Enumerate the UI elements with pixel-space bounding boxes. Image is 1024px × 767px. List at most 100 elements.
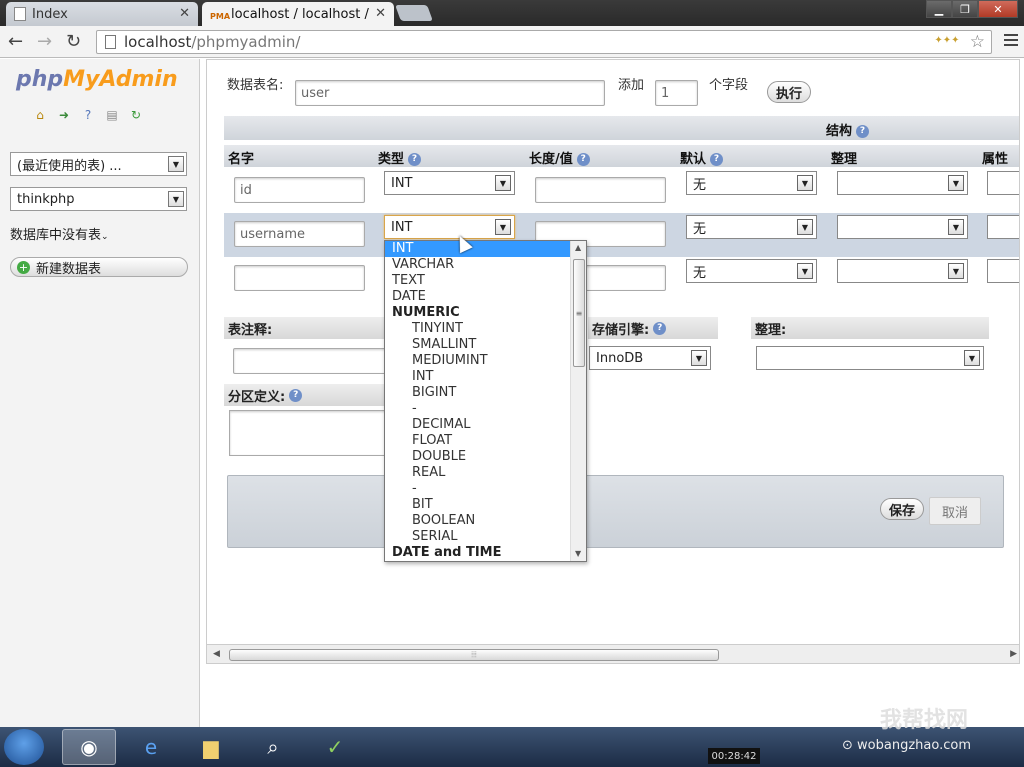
watermark-brand: 我帮找网 [880,708,969,733]
column-collation-select[interactable]: ▼ [837,171,968,195]
scroll-up-icon[interactable]: ▲ [575,243,581,252]
restore-icon[interactable]: ❐ [952,0,978,18]
column-name-input[interactable] [234,265,365,291]
chevron-down-icon: ▼ [948,175,964,191]
dropdown-option[interactable]: INT [385,241,571,257]
help-icon[interactable]: ? [653,321,667,335]
dropdown-option[interactable]: BOOLEAN [385,513,571,529]
recent-tables-select[interactable]: (最近使用的表) ... ▼ [10,152,187,176]
help-icon[interactable]: ? [408,153,422,166]
scroll-right-icon[interactable]: ▶ [1010,649,1017,659]
dropdown-scrollbar[interactable]: ▲ ≡ ▼ [570,241,586,561]
docs-icon[interactable]: ▤ [104,107,120,123]
chevron-down-icon: ▼ [168,191,184,207]
table-collation-select[interactable]: ▼ [756,346,984,370]
vim-taskbar-icon[interactable]: ✓ [308,729,362,765]
help-icon[interactable]: ? [856,125,870,138]
partition-textarea[interactable] [229,410,389,456]
column-collation-select[interactable]: ▼ [837,259,968,283]
dropdown-option[interactable]: DATE [385,289,571,305]
minimize-icon[interactable]: ▁ [926,0,952,18]
dropdown-option[interactable]: INT [385,369,571,385]
forward-icon[interactable]: → [37,31,52,52]
database-select[interactable]: thinkphp ▼ [10,187,187,211]
dropdown-option[interactable]: BIGINT [385,385,571,401]
scrollbar-thumb[interactable]: ≡ [573,259,585,367]
table-collation-header: 整理: [751,317,989,339]
column-default-select[interactable]: 无 ▼ [686,259,817,283]
column-length-input[interactable] [535,177,666,203]
structure-header: 结构? [224,116,1019,140]
new-table-button[interactable]: + 新建数据表 [10,257,188,277]
dropdown-option[interactable]: REAL [385,465,571,481]
back-icon[interactable]: ← [8,31,23,52]
close-icon[interactable]: ✕ [179,6,190,21]
dropdown-option[interactable]: VARCHAR [385,257,571,273]
column-default-select[interactable]: 无 ▼ [686,215,817,239]
type-dropdown-list[interactable]: INT VARCHAR TEXT DATE NUMERIC TINYINT SMALLINT… [384,240,587,562]
window-close-icon[interactable]: ✕ [978,0,1018,18]
menu-icon[interactable] [1004,34,1018,49]
column-attributes-select[interactable] [987,259,1019,283]
ie-taskbar-icon[interactable]: e [124,729,178,765]
dropdown-option[interactable]: SMALLINT [385,337,571,353]
table-name-input[interactable]: user [295,80,605,106]
close-icon[interactable]: ✕ [375,6,386,21]
chevron-down-icon: ▼ [948,263,964,279]
go-button[interactable]: 执行 [767,81,811,103]
help-icon[interactable]: ? [710,153,724,166]
chrome-taskbar-icon[interactable]: ◉ [62,729,116,765]
dropdown-option[interactable]: DECIMAL [385,417,571,433]
column-headers: 名字 类型? 长度/值? 默认? 整理 属性 [224,145,1019,167]
scroll-left-icon[interactable]: ◀ [213,649,220,659]
dropdown-option[interactable]: MEDIUMINT [385,353,571,369]
dropdown-group-label: NUMERIC [392,305,460,320]
navigation-sidebar: phpMyAdmin ⌂ ➜ ? ▤ ↻ (最近使用的表) ... ▼ thin… [0,59,200,727]
home-icon[interactable]: ⌂ [32,107,48,123]
tab-index[interactable]: Index ✕ [6,2,198,26]
column-attributes-select[interactable] [987,171,1019,195]
table-comment-input[interactable] [233,348,393,374]
dropdown-option[interactable]: SERIAL [385,529,571,545]
dropdown-option[interactable]: TEXT [385,273,571,289]
dropdown-option[interactable]: - [385,401,571,417]
column-type-select[interactable]: INT ▼ [384,171,515,195]
dropdown-option[interactable]: FLOAT [385,433,571,449]
tab-phpmyadmin[interactable]: PMA localhost / localhost / tl ✕ [202,2,394,26]
help-icon[interactable]: ? [80,107,96,123]
column-attributes-select[interactable] [987,215,1019,239]
chevron-down-icon: ▼ [948,219,964,235]
logout-icon[interactable]: ➜ [56,107,72,123]
new-table-label: 新建数据表 [36,261,102,277]
help-icon[interactable]: ? [289,388,303,402]
dropdown-option[interactable]: DOUBLE [385,449,571,465]
scroll-down-icon[interactable]: ▼ [575,549,581,558]
column-type-select[interactable]: INT ▼ [384,215,515,239]
column-collation-select[interactable]: ▼ [837,215,968,239]
dropdown-option[interactable]: BIT [385,497,571,513]
refresh-icon[interactable]: ↻ [128,107,144,123]
column-name-input[interactable]: username [234,221,365,247]
save-button[interactable]: 保存 [880,498,924,520]
dropdown-option[interactable]: TINYINT [385,321,571,337]
page-icon [105,35,116,49]
structure-label: 结构? [826,120,870,139]
add-columns-count-input[interactable]: 1 [655,80,698,106]
reload-icon[interactable]: ↻ [66,31,81,52]
search-taskbar-icon[interactable]: ⌕ [246,729,300,765]
scrollbar-thumb[interactable]: ⦙⦙⦙ [229,649,719,661]
explorer-taskbar-icon[interactable]: ▆ [184,729,238,765]
url-host: localhost [124,33,192,51]
storage-engine-select[interactable]: InnoDB ▼ [589,346,711,370]
windows-start-icon[interactable] [4,729,44,765]
dropdown-option[interactable]: - [385,481,571,497]
cancel-button[interactable]: 取消 [929,497,981,525]
help-icon[interactable]: ? [576,153,590,166]
new-tab-button[interactable] [395,5,433,21]
column-name-input[interactable]: id [234,177,365,203]
chevron-down-icon: ▼ [495,175,511,191]
phpmyadmin-logo[interactable]: phpMyAdmin [16,67,178,92]
column-default-select[interactable]: 无 ▼ [686,171,817,195]
horizontal-scrollbar[interactable]: ◀ ⦙⦙⦙ ▶ [207,644,1019,663]
address-bar[interactable]: localhost/phpmyadmin/ ☆ [96,30,992,54]
